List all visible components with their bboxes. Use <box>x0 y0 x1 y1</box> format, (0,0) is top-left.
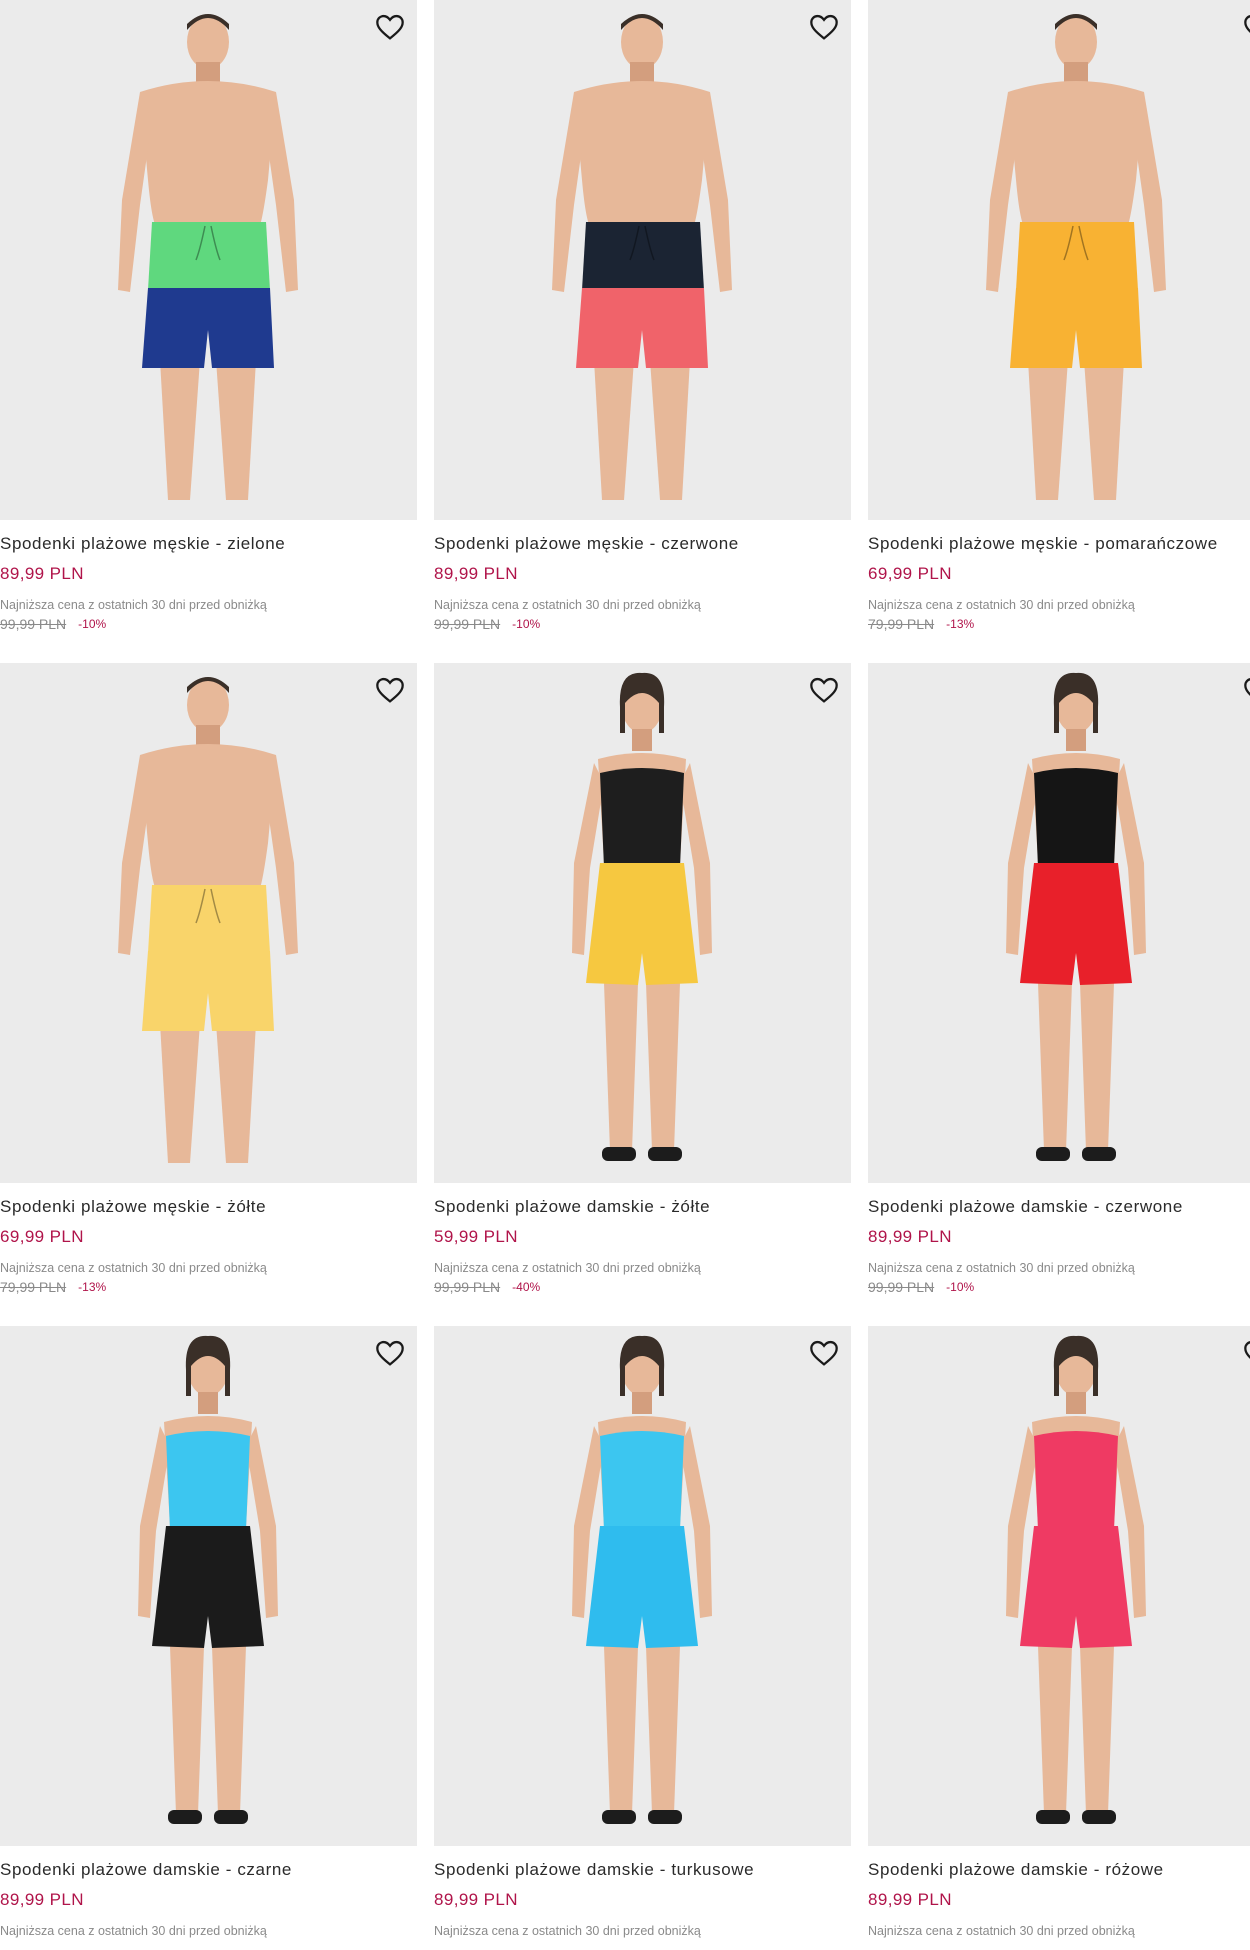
product-title[interactable]: Spodenki plażowe damskie - różowe <box>868 1860 1250 1880</box>
product-card[interactable]: Spodenki plażowe męskie - żółte 69,99 PLN… <box>0 663 417 1295</box>
product-price: 59,99 PLN <box>434 1227 518 1246</box>
product-image[interactable] <box>434 0 851 520</box>
lowest-price-note: Najniższa cena z ostatnich 30 dni przed … <box>0 598 267 612</box>
product-price: 89,99 PLN <box>0 1890 84 1909</box>
discount-badge: -40% <box>512 1280 541 1294</box>
product-image[interactable] <box>0 0 417 520</box>
product-card[interactable]: Spodenki plażowe damskie - turkusowe 89,9… <box>434 1326 851 1938</box>
product-card[interactable]: Spodenki plażowe damskie - różowe 89,99 P… <box>868 1326 1250 1938</box>
product-card[interactable]: Spodenki plażowe damskie - żółte 59,99 PL… <box>434 663 851 1295</box>
product-price: 69,99 PLN <box>0 1227 84 1246</box>
old-price: 99,99 PLN <box>434 616 501 632</box>
product-title[interactable]: Spodenki plażowe damskie - turkusowe <box>434 1860 851 1880</box>
product-price: 89,99 PLN <box>434 564 518 583</box>
discount-badge: -10% <box>512 617 541 631</box>
wishlist-heart-icon[interactable] <box>805 671 843 709</box>
old-price: 99,99 PLN <box>434 1279 501 1295</box>
product-title[interactable]: Spodenki plażowe damskie - żółte <box>434 1197 851 1217</box>
product-card[interactable]: Spodenki plażowe męskie - czerwone 89,99 … <box>434 0 851 632</box>
old-price-row: 99,99 PLN -40% <box>434 1279 851 1295</box>
product-image[interactable] <box>434 1326 851 1846</box>
product-title[interactable]: Spodenki plażowe damskie - czarne <box>0 1860 417 1880</box>
wishlist-heart-icon[interactable] <box>805 1334 843 1372</box>
old-price-row: 99,99 PLN -10% <box>434 616 851 632</box>
product-price: 89,99 PLN <box>868 1227 952 1246</box>
wishlist-heart-icon[interactable] <box>1239 671 1250 709</box>
wishlist-heart-icon[interactable] <box>805 8 843 46</box>
product-title[interactable]: Spodenki plażowe damskie - czerwone <box>868 1197 1250 1217</box>
lowest-price-note: Najniższa cena z ostatnich 30 dni przed … <box>0 1261 267 1275</box>
product-title[interactable]: Spodenki plażowe męskie - żółte <box>0 1197 417 1217</box>
discount-badge: -13% <box>946 617 975 631</box>
lowest-price-note: Najniższa cena z ostatnich 30 dni przed … <box>434 1924 701 1938</box>
discount-badge: -10% <box>78 617 107 631</box>
product-title[interactable]: Spodenki plażowe męskie - zielone <box>0 534 417 554</box>
old-price: 79,99 PLN <box>868 616 935 632</box>
product-price: 69,99 PLN <box>868 564 952 583</box>
old-price: 99,99 PLN <box>868 1279 935 1295</box>
wishlist-heart-icon[interactable] <box>371 1334 409 1372</box>
product-card[interactable]: Spodenki plażowe damskie - czarne 89,99 P… <box>0 1326 417 1938</box>
lowest-price-note: Najniższa cena z ostatnich 30 dni przed … <box>434 1261 701 1275</box>
old-price: 99,99 PLN <box>0 616 67 632</box>
product-price: 89,99 PLN <box>0 564 84 583</box>
product-image[interactable] <box>434 663 851 1183</box>
product-card[interactable]: Spodenki plażowe damskie - czerwone 89,99… <box>868 663 1250 1295</box>
product-grid: Spodenki plażowe męskie - zielone 89,99 P… <box>0 0 1250 1950</box>
product-price: 89,99 PLN <box>868 1890 952 1909</box>
discount-badge: -10% <box>946 1280 975 1294</box>
product-image[interactable] <box>0 1326 417 1846</box>
product-price: 89,99 PLN <box>434 1890 518 1909</box>
product-card[interactable]: Spodenki plażowe męskie - pomarańczowe 69… <box>868 0 1250 632</box>
old-price-row: 79,99 PLN -13% <box>868 616 1250 632</box>
lowest-price-note: Najniższa cena z ostatnich 30 dni przed … <box>868 1261 1135 1275</box>
product-image[interactable] <box>868 663 1250 1183</box>
wishlist-heart-icon[interactable] <box>371 671 409 709</box>
lowest-price-note: Najniższa cena z ostatnich 30 dni przed … <box>868 598 1135 612</box>
product-image[interactable] <box>868 1326 1250 1846</box>
old-price: 79,99 PLN <box>0 1279 67 1295</box>
product-title[interactable]: Spodenki plażowe męskie - pomarańczowe <box>868 534 1250 554</box>
lowest-price-note: Najniższa cena z ostatnich 30 dni przed … <box>434 598 701 612</box>
product-card[interactable]: Spodenki plażowe męskie - zielone 89,99 P… <box>0 0 417 632</box>
wishlist-heart-icon[interactable] <box>371 8 409 46</box>
old-price-row: 99,99 PLN -10% <box>868 1279 1250 1295</box>
product-image[interactable] <box>0 663 417 1183</box>
old-price-row: 79,99 PLN -13% <box>0 1279 417 1295</box>
product-title[interactable]: Spodenki plażowe męskie - czerwone <box>434 534 851 554</box>
old-price-row: 99,99 PLN -10% <box>0 616 417 632</box>
lowest-price-note: Najniższa cena z ostatnich 30 dni przed … <box>868 1924 1135 1938</box>
wishlist-heart-icon[interactable] <box>1239 8 1250 46</box>
discount-badge: -13% <box>78 1280 107 1294</box>
product-image[interactable] <box>868 0 1250 520</box>
lowest-price-note: Najniższa cena z ostatnich 30 dni przed … <box>0 1924 267 1938</box>
wishlist-heart-icon[interactable] <box>1239 1334 1250 1372</box>
